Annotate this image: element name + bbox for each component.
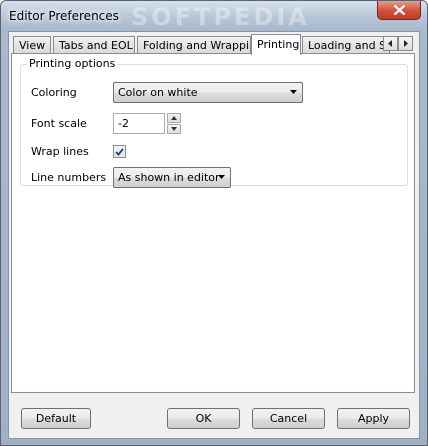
printing-tab-panel: Printing options Coloring Color on white… — [11, 53, 415, 393]
close-button[interactable] — [377, 1, 421, 20]
default-button[interactable]: Default — [21, 408, 91, 429]
tab-strip: View Tabs and EOL Folding and Wrapping P… — [11, 34, 417, 55]
coloring-label: Coloring — [31, 86, 77, 99]
arrow-up-icon — [171, 116, 177, 120]
editor-preferences-window: SOFTPEDIA Editor Preferences View Tabs a… — [0, 0, 428, 446]
ok-button[interactable]: OK — [167, 408, 240, 429]
tab-scroll-buttons — [383, 36, 413, 51]
arrow-left-icon — [388, 40, 392, 47]
font-scale-stepper — [167, 113, 181, 134]
wrap-lines-checkbox[interactable] — [113, 145, 126, 158]
chevron-down-icon — [218, 175, 225, 179]
font-scale-decrement-button[interactable] — [167, 124, 181, 134]
tab-view[interactable]: View — [13, 36, 51, 54]
printing-options-group: Printing options Coloring Color on white… — [20, 57, 408, 188]
tab-scroll-right-button[interactable] — [398, 36, 413, 51]
title-bar[interactable]: SOFTPEDIA Editor Preferences — [1, 1, 427, 31]
arrow-down-icon — [171, 127, 177, 131]
line-numbers-label: Line numbers — [31, 171, 107, 184]
watermark: SOFTPEDIA — [131, 3, 310, 31]
tab-loading-and-saving[interactable]: Loading and Savin — [302, 36, 390, 54]
dialog-body: View Tabs and EOL Folding and Wrapping P… — [8, 31, 420, 439]
chevron-down-icon — [290, 90, 297, 94]
close-icon — [393, 5, 405, 15]
font-scale-label: Font scale — [31, 117, 87, 130]
line-numbers-dropdown[interactable]: As shown in editor — [113, 167, 231, 188]
font-scale-increment-button[interactable] — [167, 113, 181, 123]
tab-tabs-and-eol[interactable]: Tabs and EOL — [53, 36, 135, 54]
coloring-value: Color on white — [118, 86, 198, 99]
tab-scroll-left-button[interactable] — [383, 36, 398, 51]
checkmark-icon — [115, 147, 124, 156]
group-title: Printing options — [27, 57, 118, 70]
cancel-button[interactable]: Cancel — [252, 408, 325, 429]
tab-folding-and-wrapping[interactable]: Folding and Wrapping — [137, 36, 251, 54]
window-title: Editor Preferences — [9, 9, 119, 23]
wrap-lines-label: Wrap lines — [31, 145, 89, 158]
line-numbers-value: As shown in editor — [118, 171, 220, 184]
apply-button[interactable]: Apply — [337, 408, 410, 429]
coloring-dropdown[interactable]: Color on white — [113, 82, 303, 103]
font-scale-input[interactable]: -2 — [113, 113, 165, 134]
tab-printing[interactable]: Printing — [251, 34, 301, 55]
font-scale-value: -2 — [118, 117, 129, 130]
arrow-right-icon — [404, 40, 408, 47]
